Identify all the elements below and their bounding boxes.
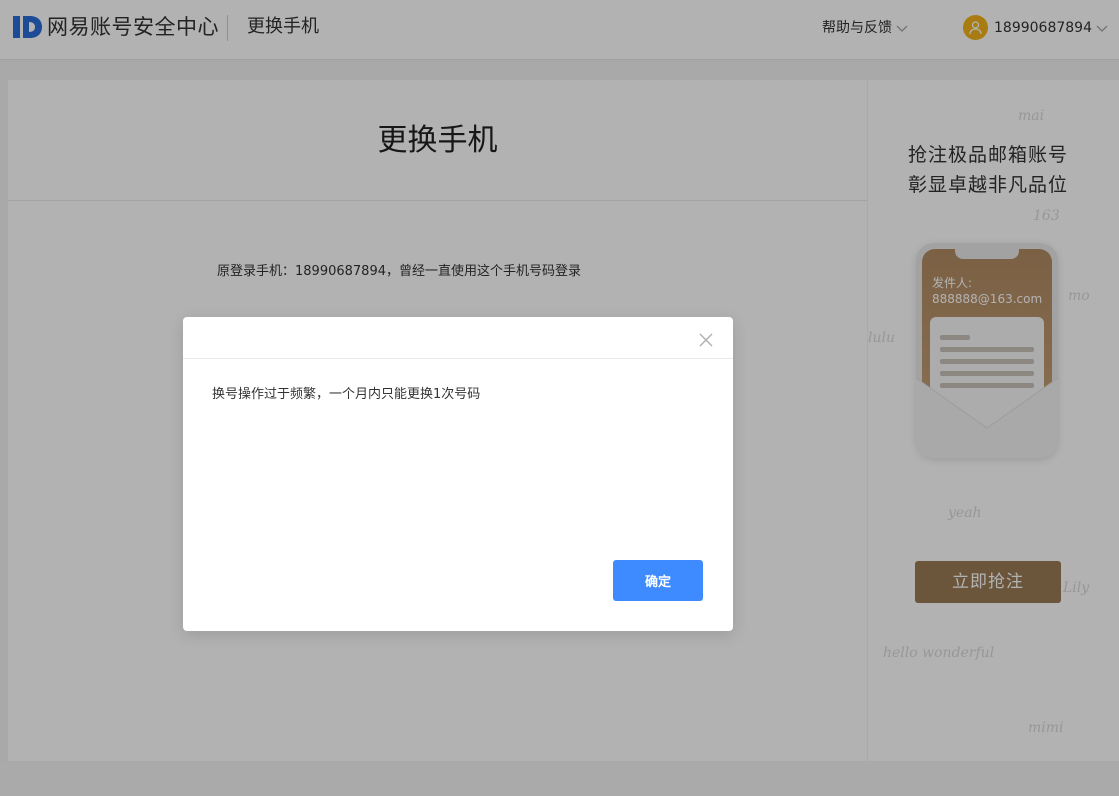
alert-dialog: 换号操作过于频繁，一个月内只能更换1次号码 确定 — [183, 317, 733, 631]
confirm-button[interactable]: 确定 — [613, 560, 703, 601]
dialog-header — [183, 317, 733, 359]
dialog-message: 换号操作过于频繁，一个月内只能更换1次号码 — [212, 387, 481, 402]
close-icon[interactable] — [698, 332, 714, 348]
